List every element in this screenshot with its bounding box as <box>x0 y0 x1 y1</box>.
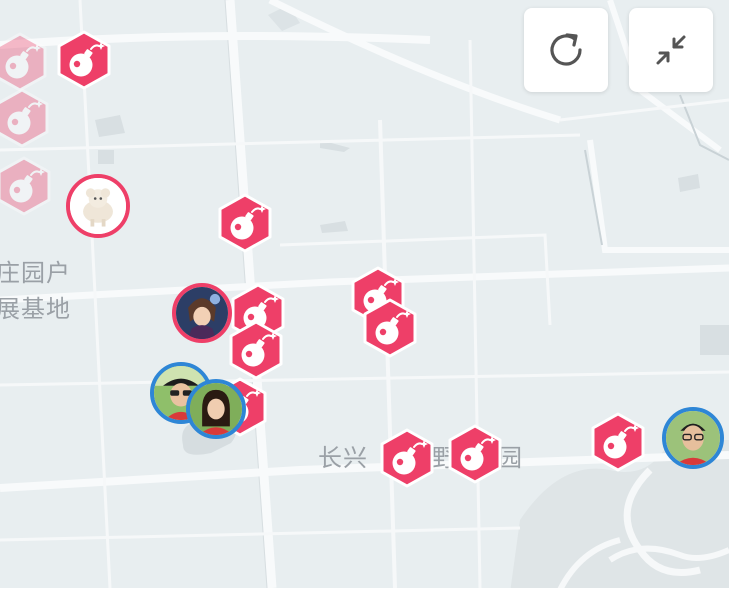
bomb-icon <box>218 193 272 253</box>
bomb-marker[interactable] <box>445 424 505 484</box>
bomb-marker[interactable] <box>54 30 114 90</box>
bomb-marker[interactable] <box>215 193 275 253</box>
bomb-icon <box>591 412 645 472</box>
bomb-icon <box>363 298 417 358</box>
sheep-icon <box>70 178 126 234</box>
bomb-icon <box>229 320 283 380</box>
user-avatar-sheep[interactable] <box>66 174 130 238</box>
person-photo-icon <box>190 383 242 435</box>
bomb-icon <box>0 156 51 216</box>
bomb-marker[interactable] <box>377 428 437 488</box>
label-changxing: 长兴 <box>318 444 368 472</box>
refresh-button[interactable] <box>524 8 608 92</box>
bottom-edge <box>0 588 729 594</box>
bomb-marker[interactable] <box>0 156 54 216</box>
label-zhuangyuanhu: 庄园户 <box>0 259 71 287</box>
bomb-marker[interactable] <box>226 320 286 380</box>
collapse-icon <box>656 35 686 65</box>
bomb-icon <box>57 30 111 90</box>
label-zhanjidi: 展基地 <box>0 295 71 323</box>
collapse-button[interactable] <box>629 8 713 92</box>
anime-character-icon <box>176 287 228 339</box>
bomb-marker[interactable] <box>0 32 50 92</box>
person-photo-icon <box>666 411 720 465</box>
bomb-marker[interactable] <box>588 412 648 472</box>
bomb-icon <box>380 428 434 488</box>
user-avatar-woman[interactable] <box>186 379 246 439</box>
bomb-icon <box>0 32 47 92</box>
bomb-icon <box>0 88 49 148</box>
bomb-marker[interactable] <box>360 298 420 358</box>
user-avatar-man-glasses[interactable] <box>662 407 724 469</box>
refresh-icon <box>550 33 582 66</box>
bomb-marker[interactable] <box>0 88 52 148</box>
user-avatar-anime[interactable] <box>172 283 232 343</box>
map-canvas[interactable]: 庄园户 展基地 长兴 野 园 <box>0 0 729 594</box>
bomb-icon <box>448 424 502 484</box>
